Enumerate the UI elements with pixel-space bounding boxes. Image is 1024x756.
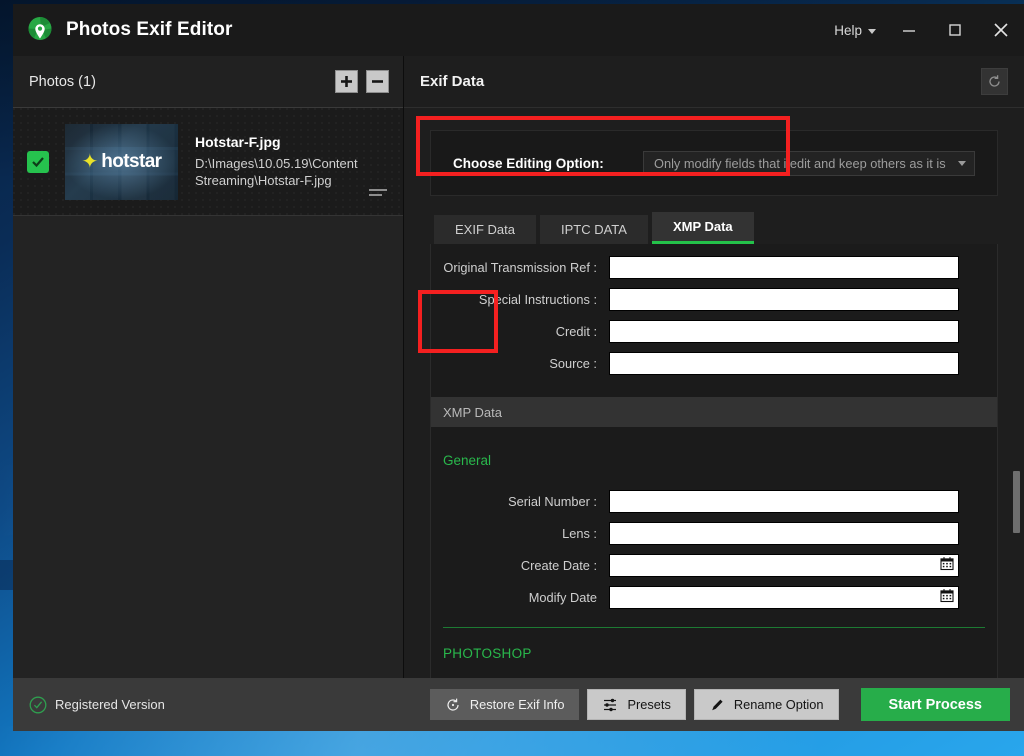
hotstar-star-icon: ✦ xyxy=(82,152,99,172)
calendar-icon[interactable] xyxy=(940,588,954,607)
original-transmission-ref-input[interactable] xyxy=(609,256,959,279)
presets-button[interactable]: Presets xyxy=(587,689,685,720)
serial-number-input[interactable] xyxy=(609,490,959,513)
lens-input[interactable] xyxy=(609,522,959,545)
exif-panel-header: Exif Data xyxy=(404,56,1024,108)
remove-photos-button[interactable] xyxy=(366,70,389,93)
photos-panel-header: Photos (1) xyxy=(13,56,403,108)
photo-list[interactable]: ✦ hotstar Hotstar-F.jpg D:\Images\10.05.… xyxy=(13,108,403,678)
field-label: Create Date : xyxy=(431,558,609,573)
section-title: XMP Data xyxy=(443,405,502,420)
field-special-instructions: Special Instructions : xyxy=(431,284,997,315)
field-create-date: Create Date : xyxy=(431,550,997,581)
special-instructions-input[interactable] xyxy=(609,288,959,311)
help-menu-button[interactable]: Help xyxy=(824,4,886,56)
section-divider xyxy=(443,627,985,628)
maximize-icon xyxy=(947,22,963,38)
minimize-icon xyxy=(901,22,917,38)
chevron-down-icon xyxy=(868,29,876,34)
check-icon xyxy=(31,155,45,169)
hamburger-menu-icon[interactable] xyxy=(369,189,387,199)
tab-label: IPTC DATA xyxy=(561,222,627,237)
page-title: Exif Data xyxy=(420,73,484,90)
xmp-data-section-header: XMP Data xyxy=(431,397,997,427)
chevron-down-icon xyxy=(958,161,966,166)
registered-version-label: Registered Version xyxy=(55,697,165,712)
editing-option-select[interactable]: Only modify fields that i edit and keep … xyxy=(643,151,975,176)
tab-xmp-data[interactable]: XMP Data xyxy=(652,212,754,244)
restore-clock-icon xyxy=(445,697,461,713)
close-icon xyxy=(992,21,1010,39)
bottom-toolbar: Registered Version Restore Exif Info xyxy=(13,678,1024,731)
field-original-transmission-ref: Original Transmission Ref : xyxy=(431,252,997,283)
application-window: Photos Exif Editor Help Photos (1) xyxy=(13,4,1024,731)
refresh-button[interactable] xyxy=(981,68,1008,95)
field-modify-date: Modify Date xyxy=(431,582,997,613)
pencil-icon xyxy=(709,697,725,713)
metadata-form: Original Transmission Ref : Special Inst… xyxy=(430,244,998,678)
maximize-button[interactable] xyxy=(932,4,978,56)
field-credit: Credit : xyxy=(431,316,997,347)
photo-filepath: D:\Images\10.05.19\Content Streaming\Hot… xyxy=(195,155,385,189)
help-label: Help xyxy=(834,23,862,38)
credit-input[interactable] xyxy=(609,320,959,343)
source-input[interactable] xyxy=(609,352,959,375)
tab-iptc-data[interactable]: IPTC DATA xyxy=(540,215,648,244)
minus-icon xyxy=(371,75,384,88)
restore-exif-info-button[interactable]: Restore Exif Info xyxy=(430,689,580,720)
aperture-pin-icon xyxy=(25,15,55,45)
field-label: Credit : xyxy=(431,324,609,339)
calendar-icon[interactable] xyxy=(940,556,954,575)
photo-select-checkbox[interactable] xyxy=(27,151,49,173)
start-process-label: Start Process xyxy=(889,697,983,713)
field-lens: Lens : xyxy=(431,518,997,549)
minimize-button[interactable] xyxy=(886,4,932,56)
field-label: Special Instructions : xyxy=(431,292,609,307)
field-label: Source : xyxy=(431,356,609,371)
add-photos-button[interactable] xyxy=(335,70,358,93)
main-content: Photos (1) xyxy=(13,56,1024,678)
exif-data-panel: Exif Data Choose Editing Option: Only mo… xyxy=(404,56,1024,678)
photo-filename: Hotstar-F.jpg xyxy=(195,134,389,150)
editing-option-label: Choose Editing Option: xyxy=(453,156,604,171)
scrollbar-thumb[interactable] xyxy=(1013,471,1020,533)
title-bar: Photos Exif Editor Help xyxy=(13,4,1024,56)
photos-panel: Photos (1) xyxy=(13,56,404,678)
field-label: Modify Date xyxy=(431,590,609,605)
registered-version-status: Registered Version xyxy=(29,696,165,714)
photos-count-label: Photos (1) xyxy=(29,74,96,90)
app-title: Photos Exif Editor xyxy=(66,19,232,41)
thumbnail-brand-label: hotstar xyxy=(101,151,161,173)
list-item[interactable]: ✦ hotstar Hotstar-F.jpg D:\Images\10.05.… xyxy=(13,108,403,216)
tab-label: XMP Data xyxy=(673,219,733,234)
field-label: Lens : xyxy=(431,526,609,541)
check-circle-icon xyxy=(29,696,47,714)
window-controls: Help xyxy=(824,4,1024,56)
field-label: Original Transmission Ref : xyxy=(431,260,609,275)
rename-option-button[interactable]: Rename Option xyxy=(694,689,839,720)
start-process-button[interactable]: Start Process xyxy=(861,688,1011,721)
metadata-tabs: EXIF Data IPTC DATA XMP Data xyxy=(434,212,1024,244)
field-serial-number: Serial Number : xyxy=(431,486,997,517)
tab-exif-data[interactable]: EXIF Data xyxy=(434,215,536,244)
modify-date-input[interactable] xyxy=(609,586,959,609)
tab-label: EXIF Data xyxy=(455,222,515,237)
general-section-heading: General xyxy=(431,453,997,468)
sliders-icon xyxy=(602,697,618,713)
restore-exif-info-label: Restore Exif Info xyxy=(470,697,565,712)
refresh-icon xyxy=(987,74,1002,89)
close-button[interactable] xyxy=(978,4,1024,56)
vertical-scrollbar[interactable] xyxy=(1011,108,1022,678)
field-label: Serial Number : xyxy=(431,494,609,509)
plus-icon xyxy=(340,75,353,88)
exif-scroll-area[interactable]: Choose Editing Option: Only modify field… xyxy=(404,108,1024,678)
field-source: Source : xyxy=(431,348,997,379)
create-date-input[interactable] xyxy=(609,554,959,577)
editing-option-value: Only modify fields that i edit and keep … xyxy=(654,156,946,171)
rename-option-label: Rename Option xyxy=(734,697,824,712)
presets-label: Presets xyxy=(627,697,670,712)
photo-thumbnail: ✦ hotstar xyxy=(65,124,178,200)
editing-option-card: Choose Editing Option: Only modify field… xyxy=(430,130,998,196)
photoshop-section-heading: PHOTOSHOP xyxy=(431,646,997,661)
